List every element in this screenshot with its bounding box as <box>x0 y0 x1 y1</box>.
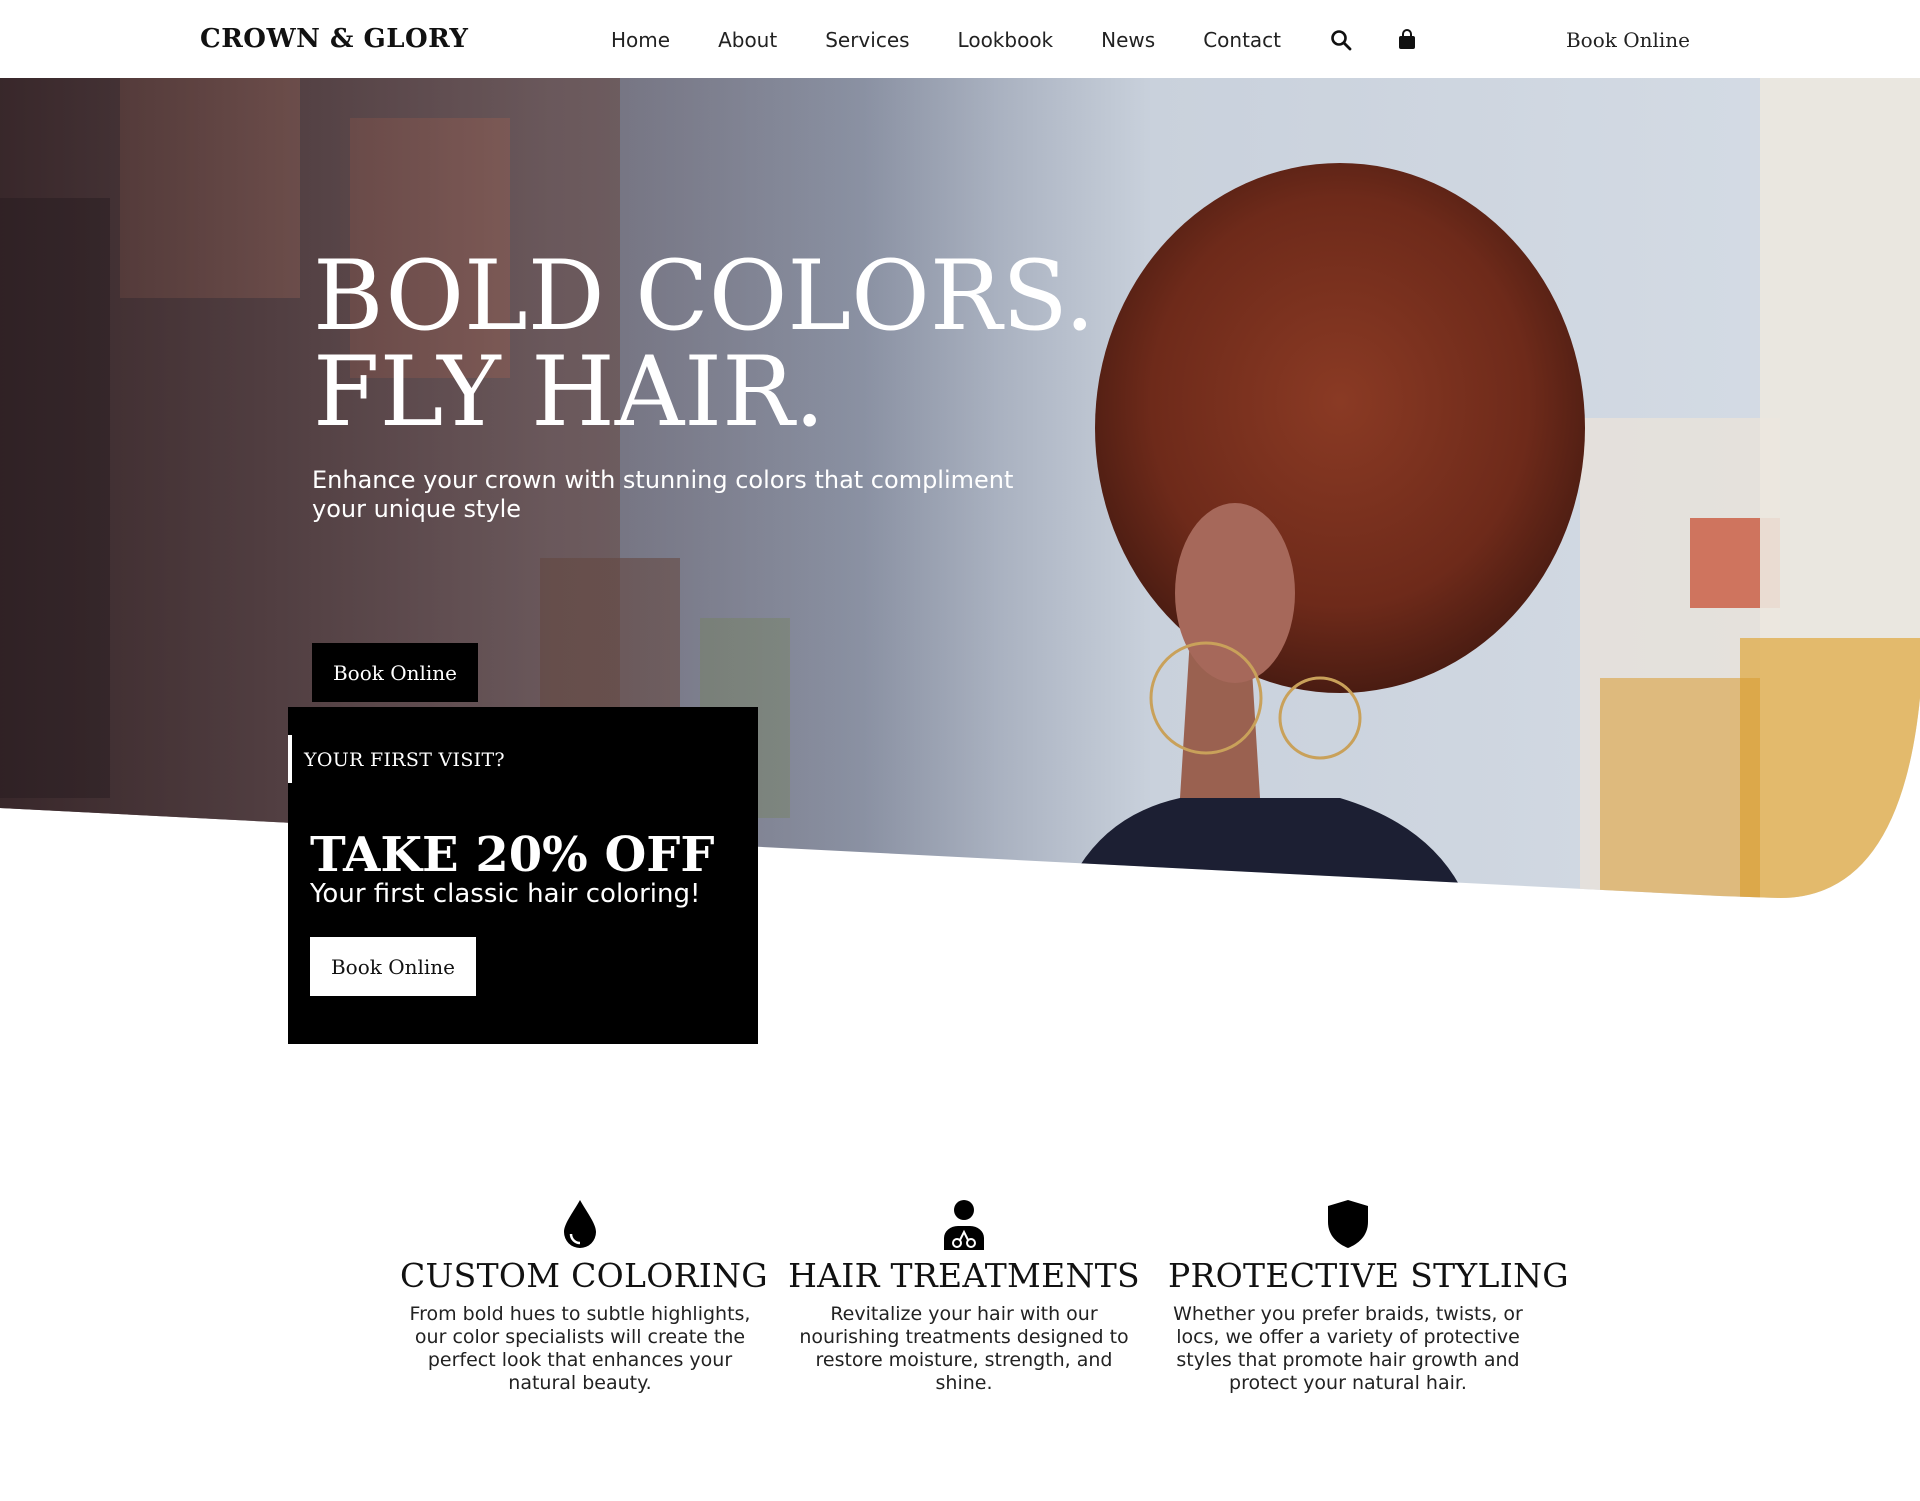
hero-title: BOLD COLORS. FLY HAIR. <box>313 248 1095 440</box>
first-visit-promo: YOUR FIRST VISIT? TAKE 20% OFF Your firs… <box>288 707 758 1044</box>
feature-hair-treatments: HAIR TREATMENTS Revitalize your hair wit… <box>784 1198 1144 1395</box>
feature-title: HAIR TREATMENTS <box>788 1256 1140 1295</box>
feature-protective-styling: PROTECTIVE STYLING Whether you prefer br… <box>1168 1198 1569 1395</box>
hero-subtitle: Enhance your crown with stunning colors … <box>312 466 1014 523</box>
services-features: CUSTOM COLORING From bold hues to subtle… <box>400 1198 1569 1418</box>
nav-news[interactable]: News <box>1101 28 1155 52</box>
brand-logo[interactable]: CROWN & GLORY <box>200 24 469 54</box>
hero-book-online-button[interactable]: Book Online <box>312 643 478 702</box>
nav-services[interactable]: Services <box>825 28 909 52</box>
site-header: CROWN & GLORY Home About Services Lookbo… <box>0 0 1920 78</box>
hero-title-line-2: FLY HAIR. <box>313 336 825 448</box>
promo-title: TAKE 20% OFF <box>310 827 715 883</box>
nav-contact[interactable]: Contact <box>1203 28 1281 52</box>
promo-book-online-button[interactable]: Book Online <box>310 937 476 996</box>
feature-title: PROTECTIVE STYLING <box>1168 1256 1569 1295</box>
main-nav: Home About Services Lookbook News Contac… <box>611 28 1461 52</box>
nav-home[interactable]: Home <box>611 28 670 52</box>
search-icon[interactable] <box>1329 28 1353 52</box>
feature-custom-coloring: CUSTOM COLORING From bold hues to subtle… <box>400 1198 768 1395</box>
nav-about[interactable]: About <box>718 28 777 52</box>
stylist-icon <box>942 1198 986 1250</box>
feature-text: Revitalize your hair with our nourishing… <box>799 1303 1129 1394</box>
shopping-bag-icon[interactable] <box>1395 28 1419 52</box>
feature-text: Whether you prefer braids, twists, or lo… <box>1173 1303 1523 1394</box>
promo-accent-bar <box>288 735 292 783</box>
feature-text: From bold hues to subtle highlights, our… <box>409 1303 751 1394</box>
header-book-online-link[interactable]: Book Online <box>1566 28 1690 52</box>
promo-subtitle: Your first classic hair coloring! <box>310 879 701 909</box>
shield-icon <box>1326 1198 1370 1250</box>
hero-title-line-1: BOLD COLORS. <box>313 240 1096 352</box>
feature-title: CUSTOM COLORING <box>400 1256 768 1295</box>
promo-eyebrow: YOUR FIRST VISIT? <box>304 749 505 771</box>
droplet-icon <box>558 1198 602 1250</box>
nav-lookbook[interactable]: Lookbook <box>958 28 1054 52</box>
